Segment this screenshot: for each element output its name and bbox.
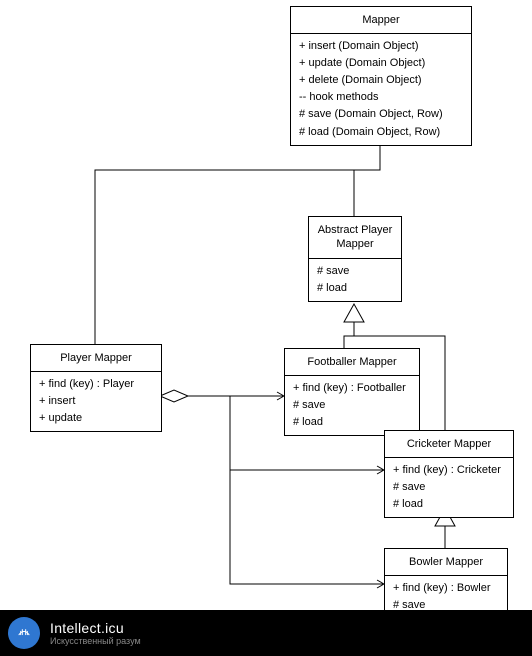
class-player-mapper: Player Mapper + find (key) : Player + in… bbox=[30, 344, 162, 432]
agg-arrow-bowler-b bbox=[377, 584, 384, 588]
agg-arrow-footballer-a bbox=[277, 392, 284, 396]
op: # load bbox=[317, 280, 393, 297]
class-player-ops: + find (key) : Player + insert + update bbox=[31, 372, 161, 431]
op: # load bbox=[393, 496, 505, 513]
class-abstract-ops: # save # load bbox=[309, 259, 401, 301]
brand-name: Intellect.icu bbox=[50, 620, 141, 636]
op: # save bbox=[393, 479, 505, 496]
op: + find (key) : Player bbox=[39, 376, 153, 393]
op: + update (Domain Object) bbox=[299, 55, 463, 72]
op: + insert bbox=[39, 393, 153, 410]
class-mapper: Mapper + insert (Domain Object) + update… bbox=[290, 6, 472, 146]
agg-arrow-footballer-b bbox=[277, 396, 284, 400]
op: # load (Domain Object, Row) bbox=[299, 124, 463, 141]
agg-to-bowler bbox=[230, 470, 384, 584]
edge-abstract-to-mapper bbox=[354, 140, 380, 216]
class-cricketer-ops: + find (key) : Cricketer # save # load bbox=[385, 458, 513, 517]
op: # load bbox=[293, 414, 411, 431]
op: -- hook methods bbox=[299, 89, 463, 106]
op: # save (Domain Object, Row) bbox=[299, 106, 463, 123]
footer-text: Intellect.icu Искусственный разум bbox=[50, 620, 141, 646]
class-footballer-mapper: Footballer Mapper + find (key) : Footbal… bbox=[284, 348, 420, 436]
op: + find (key) : Bowler bbox=[393, 580, 499, 597]
op: # save bbox=[293, 397, 411, 414]
class-cricketer-mapper: Cricketer Mapper + find (key) : Crickete… bbox=[384, 430, 514, 518]
agg-arrow-cricketer-b bbox=[377, 470, 384, 474]
footer-brand-bar: Intellect.icu Искусственный разум bbox=[0, 610, 532, 656]
agg-arrow-cricketer-a bbox=[377, 466, 384, 470]
class-abstract-player-mapper: Abstract Player Mapper # save # load bbox=[308, 216, 402, 302]
op: + insert (Domain Object) bbox=[299, 38, 463, 55]
class-abstract-title: Abstract Player Mapper bbox=[309, 217, 401, 259]
class-footballer-title: Footballer Mapper bbox=[285, 349, 419, 376]
class-bowler-title: Bowler Mapper bbox=[385, 549, 507, 576]
agg-diamond-player bbox=[160, 390, 188, 402]
diagram-canvas: Mapper + insert (Domain Object) + update… bbox=[0, 0, 532, 656]
op: # save bbox=[317, 263, 393, 280]
class-player-title: Player Mapper bbox=[31, 345, 161, 372]
gen-arrow-abstract bbox=[344, 304, 364, 322]
class-footballer-ops: + find (key) : Footballer # save # load bbox=[285, 376, 419, 435]
edge-footballer-to-abstract bbox=[344, 322, 354, 348]
op: + update bbox=[39, 410, 153, 427]
class-mapper-title: Mapper bbox=[291, 7, 471, 34]
op: + find (key) : Cricketer bbox=[393, 462, 505, 479]
class-mapper-ops: + insert (Domain Object) + update (Domai… bbox=[291, 34, 471, 144]
brand-tagline: Искусственный разум bbox=[50, 636, 141, 646]
brand-logo-icon bbox=[8, 617, 40, 649]
class-cricketer-title: Cricketer Mapper bbox=[385, 431, 513, 458]
op: + find (key) : Footballer bbox=[293, 380, 411, 397]
agg-arrow-bowler-a bbox=[377, 580, 384, 584]
op: + delete (Domain Object) bbox=[299, 72, 463, 89]
